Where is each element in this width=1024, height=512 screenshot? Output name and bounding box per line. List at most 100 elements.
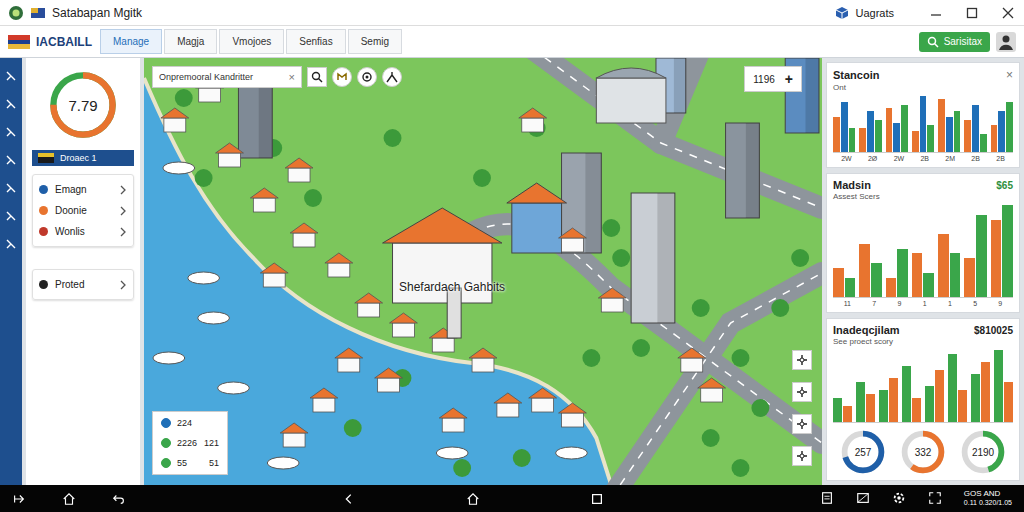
chart-bar[interactable] bbox=[833, 268, 844, 297]
chart-bar[interactable] bbox=[938, 99, 945, 152]
map-counter[interactable]: 1196+ bbox=[744, 66, 802, 92]
chart-bar[interactable] bbox=[991, 220, 1002, 297]
chart-bar[interactable] bbox=[981, 362, 990, 422]
chart-bar[interactable] bbox=[964, 258, 975, 297]
rail-tool-icon[interactable] bbox=[5, 70, 17, 82]
chart-bar[interactable] bbox=[856, 382, 865, 422]
city-map[interactable]: Onpremooral Kandritter× 1196+ Shefardach G… bbox=[144, 58, 822, 485]
close-icon[interactable] bbox=[1000, 5, 1016, 21]
chart-bar[interactable] bbox=[889, 378, 898, 422]
expand-icon[interactable] bbox=[928, 491, 942, 505]
chart-bar[interactable] bbox=[893, 123, 900, 152]
map-control-button[interactable] bbox=[792, 414, 812, 434]
zoom-search-button[interactable] bbox=[307, 67, 327, 87]
route-button[interactable] bbox=[382, 67, 402, 87]
user-avatar-icon[interactable] bbox=[996, 32, 1016, 52]
minimize-icon[interactable] bbox=[928, 5, 944, 21]
undo-icon[interactable] bbox=[112, 492, 126, 506]
chart-bar[interactable] bbox=[912, 131, 919, 152]
chart-bar[interactable] bbox=[866, 394, 875, 422]
back-arrow-icon[interactable] bbox=[12, 492, 26, 506]
chart-bar[interactable] bbox=[927, 125, 934, 152]
menu-tab[interactable]: Semig bbox=[348, 29, 402, 54]
chart-bar[interactable] bbox=[867, 111, 874, 152]
side-item[interactable]: Doonie bbox=[33, 200, 133, 221]
document-icon[interactable] bbox=[820, 491, 834, 505]
chart-bar[interactable] bbox=[897, 249, 908, 297]
chart-bar[interactable] bbox=[886, 108, 893, 152]
place-label[interactable]: Shefardach Gahbits bbox=[399, 280, 505, 294]
chart-bar[interactable] bbox=[980, 134, 987, 152]
account-name[interactable]: Uagrats bbox=[855, 7, 894, 19]
chart-bar[interactable] bbox=[971, 374, 980, 422]
home-icon[interactable] bbox=[62, 492, 76, 506]
menu-tab[interactable]: Vmojoes bbox=[219, 29, 284, 54]
chart-bar[interactable] bbox=[938, 234, 949, 297]
maximize-icon[interactable] bbox=[964, 5, 980, 21]
chart-bar[interactable] bbox=[1004, 382, 1013, 422]
chart-bar[interactable] bbox=[925, 386, 934, 422]
menu-tab[interactable]: Senfias bbox=[286, 29, 345, 54]
chart-bar[interactable] bbox=[976, 215, 987, 297]
rail-tool-icon[interactable] bbox=[5, 238, 17, 250]
menu-tab[interactable]: Magja bbox=[164, 29, 217, 54]
side-item[interactable]: Emagn bbox=[33, 179, 133, 200]
home-button-icon[interactable] bbox=[466, 492, 480, 506]
chart-bar[interactable] bbox=[1006, 102, 1013, 152]
status-badge[interactable]: Droaec 1 bbox=[32, 150, 134, 166]
chart-bar[interactable] bbox=[1002, 205, 1013, 297]
chart-bar[interactable] bbox=[901, 105, 908, 152]
recents-icon[interactable] bbox=[590, 492, 604, 506]
locate-button[interactable] bbox=[357, 67, 377, 87]
chart-bar[interactable] bbox=[833, 398, 842, 422]
side-item[interactable]: Proted bbox=[33, 274, 133, 295]
chart-bar[interactable] bbox=[912, 398, 921, 422]
chart-bar[interactable] bbox=[875, 120, 882, 152]
rail-tool-icon[interactable] bbox=[5, 210, 17, 222]
chart-bar[interactable] bbox=[859, 244, 870, 297]
rail-tool-icon[interactable] bbox=[5, 98, 17, 110]
chart-bar[interactable] bbox=[886, 278, 897, 297]
chart-bar[interactable] bbox=[843, 406, 852, 422]
layers-button[interactable] bbox=[332, 67, 352, 87]
menu-tab[interactable]: Manage bbox=[100, 29, 162, 54]
chart-bar[interactable] bbox=[991, 125, 998, 152]
image-icon[interactable] bbox=[856, 491, 870, 505]
chart-bar[interactable] bbox=[964, 120, 971, 152]
chart-bar[interactable] bbox=[920, 96, 927, 152]
clear-button[interactable]: × bbox=[289, 71, 295, 83]
rail-tool-icon[interactable] bbox=[5, 126, 17, 138]
map-control-button[interactable] bbox=[792, 350, 812, 370]
chart-bar[interactable] bbox=[923, 273, 934, 297]
side-item[interactable]: Wonlis bbox=[33, 221, 133, 242]
chart-bar[interactable] bbox=[958, 390, 967, 422]
settings-icon[interactable] bbox=[892, 491, 906, 505]
chart-bar[interactable] bbox=[954, 111, 961, 152]
map-search-field[interactable]: Onpremooral Kandritter× bbox=[152, 66, 302, 88]
map-control-button[interactable] bbox=[792, 382, 812, 402]
chart-bar[interactable] bbox=[972, 105, 979, 152]
close-button[interactable]: × bbox=[1006, 68, 1013, 82]
rail-tool-icon[interactable] bbox=[5, 182, 17, 194]
chart-bar[interactable] bbox=[859, 128, 866, 152]
action-button[interactable]: Sarisitax bbox=[919, 32, 990, 52]
back-icon[interactable] bbox=[342, 492, 356, 506]
map-control-button[interactable] bbox=[792, 446, 812, 466]
chart-bar[interactable] bbox=[994, 350, 1003, 422]
map-canvas-icon[interactable] bbox=[144, 58, 822, 485]
chart-bar[interactable] bbox=[841, 102, 848, 152]
chart-bar[interactable] bbox=[879, 390, 888, 422]
chart-bar[interactable] bbox=[849, 128, 856, 152]
chart-bar[interactable] bbox=[833, 117, 840, 152]
chart-bar[interactable] bbox=[946, 117, 953, 152]
chart-bar[interactable] bbox=[948, 354, 957, 422]
chart-bar[interactable] bbox=[902, 366, 911, 422]
chart-bar[interactable] bbox=[912, 253, 923, 297]
chart-bar[interactable] bbox=[935, 370, 944, 422]
chart-bar[interactable] bbox=[998, 111, 1005, 152]
rail-tool-icon[interactable] bbox=[5, 154, 17, 166]
brand[interactable]: IACBAILL bbox=[8, 35, 100, 49]
chart-bar[interactable] bbox=[950, 253, 961, 297]
chart-bar[interactable] bbox=[845, 278, 856, 297]
chart-bar[interactable] bbox=[871, 263, 882, 297]
